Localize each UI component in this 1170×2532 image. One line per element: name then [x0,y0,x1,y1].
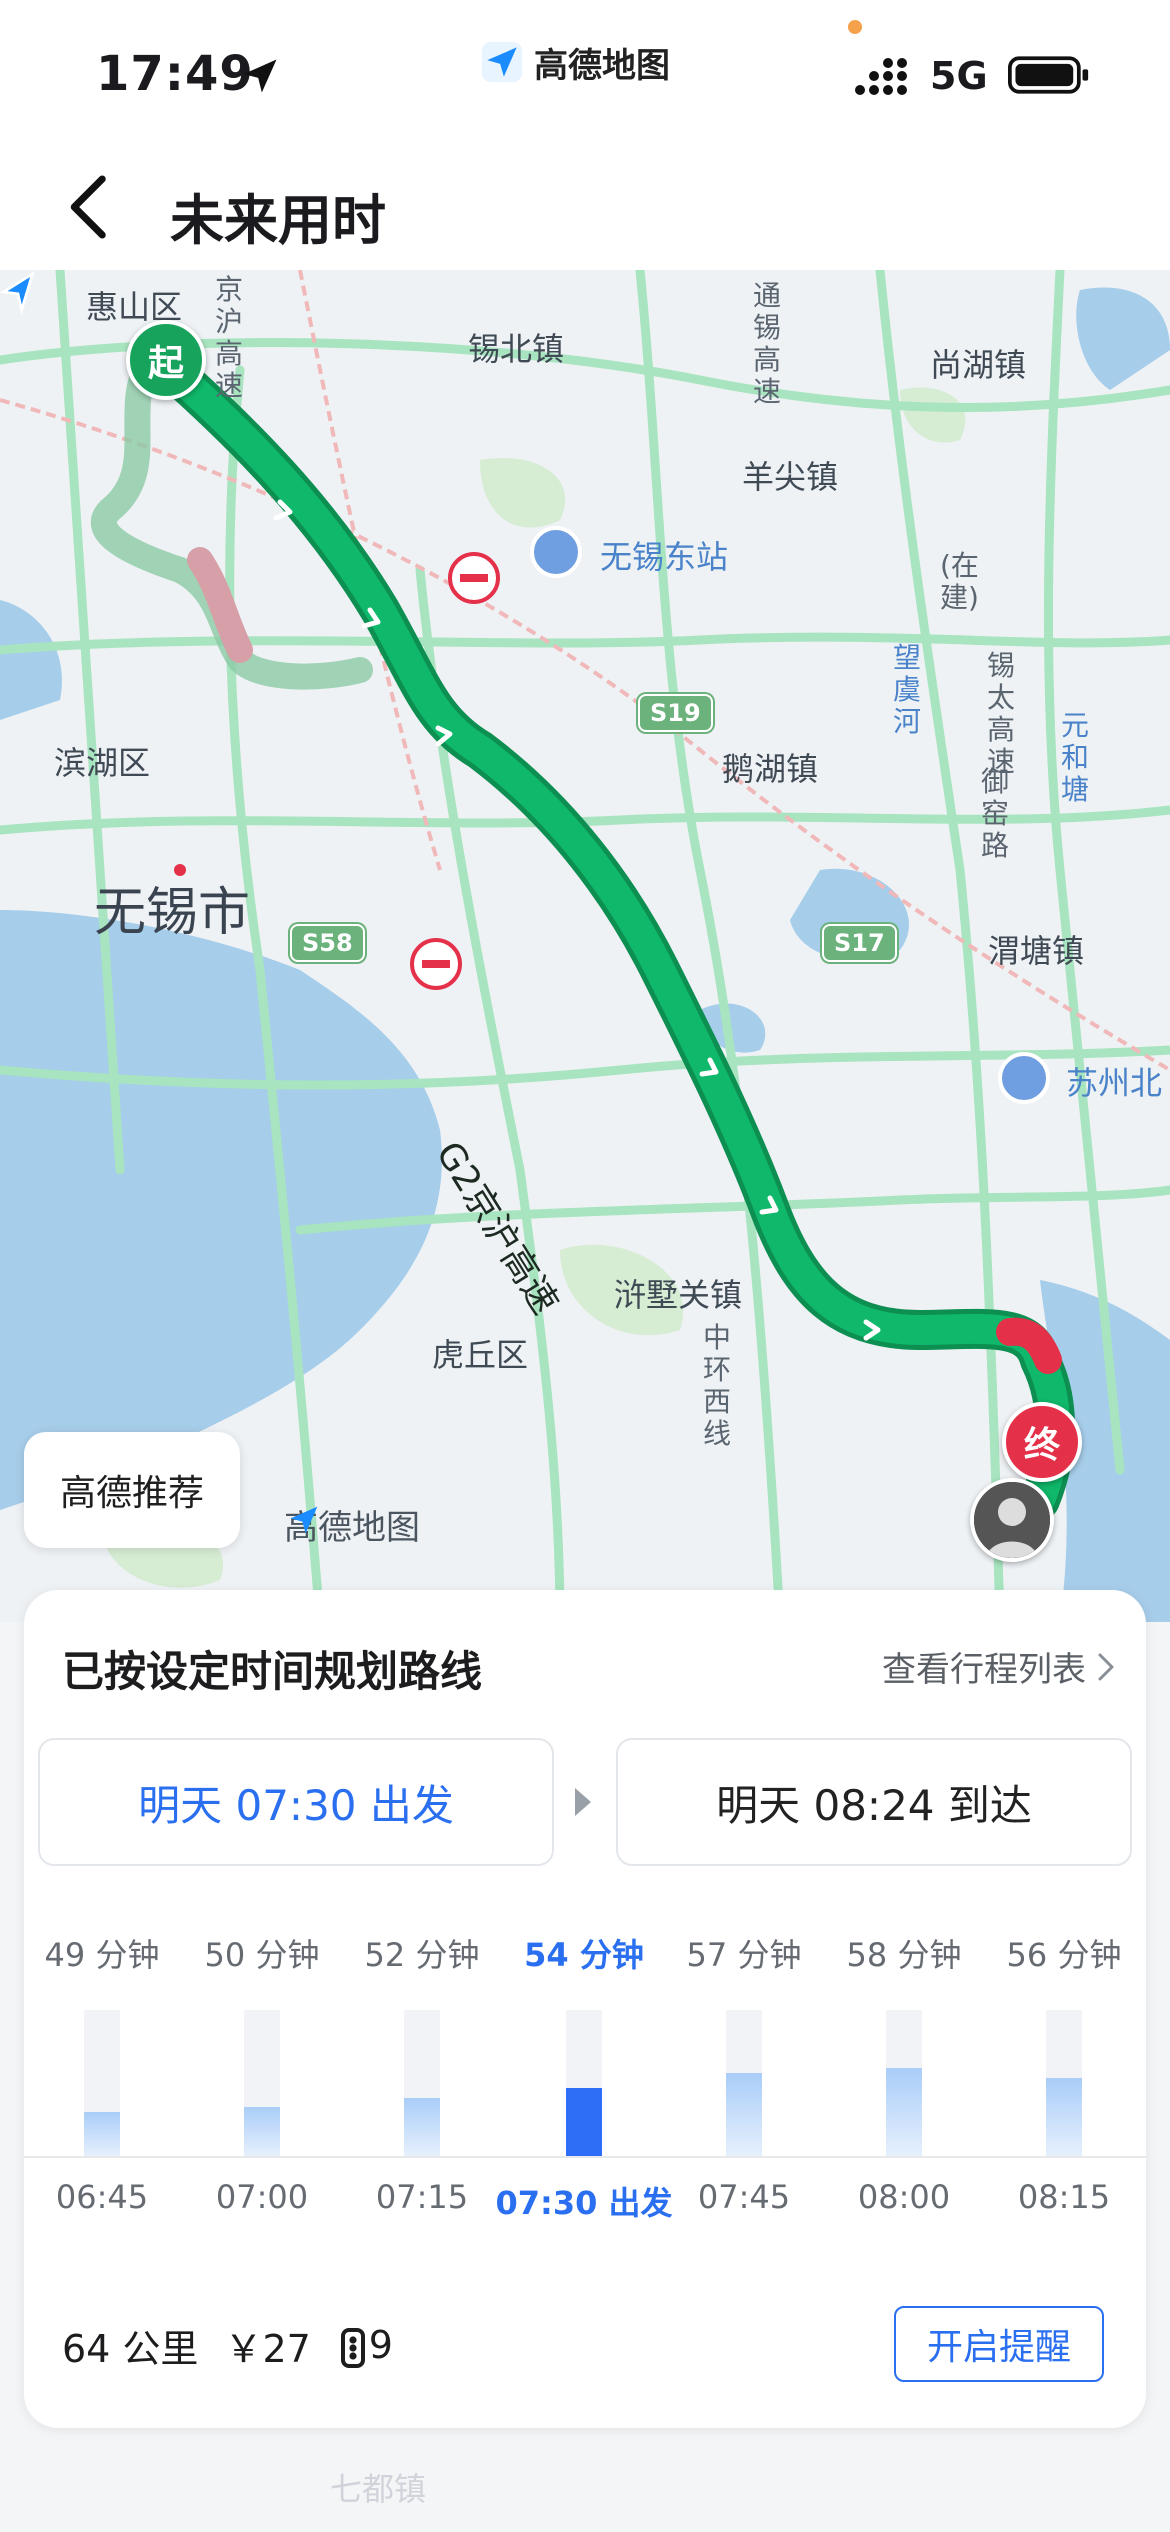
card-title: 已按设定时间规划路线 [62,1647,483,1696]
map-label-jinghu-expressway: 京沪高速 [214,273,243,402]
duration-bar-fill [886,2068,922,2156]
app-name: 高德地图 [534,45,670,86]
navigation-arrow-icon [0,270,35,314]
map-label-yuyao-road: 御窑路 [980,765,1009,862]
traffic-lights: 9 [337,2323,393,2368]
map-label-shanghu: 尚湖镇 [930,346,1027,384]
duration-bar[interactable] [404,2010,440,2156]
map-label-yuanhe-tang: 元和塘 [1060,709,1089,806]
amap-logo-icon [481,41,523,83]
itinerary-link-label: 查看行程列表 [882,1650,1086,1690]
duration-option-label[interactable]: 56 分钟 [984,1930,1144,1976]
enable-reminder-button[interactable]: 开启提醒 [894,2306,1104,2382]
status-bar: 17:49 高德地图 5G [0,0,1170,140]
duration-bar-fill [1046,2078,1082,2156]
departure-slot-label[interactable]: 07:00 [172,2178,352,2216]
duration-option-label[interactable]: 52 分钟 [342,1930,502,1976]
chevron-right-icon [1098,1653,1114,1680]
departure-slot-label[interactable]: 07:15 [332,2178,512,2216]
map-label-xitai-expressway: 锡太高速 [986,649,1015,778]
map-label-xibei: 锡北镇 [468,330,565,368]
map-label-wuxi-east-station: 无锡东站 [600,538,729,576]
duration-bar-fill [404,2098,440,2156]
map-label-qidu: 七都镇 [330,2470,427,2508]
view-itinerary-link[interactable]: 查看行程列表 [882,1642,1116,1691]
duration-option-label[interactable]: 54 分钟 [504,1930,664,1976]
duration-bar-fill [726,2073,762,2156]
route-stats: 64 公里 ￥27 9 [62,2318,393,2373]
route-toll: ￥27 [224,2327,311,2371]
road-shield-s58: S58 [290,924,365,962]
map-label-wangyu-river: 望虞河 [892,641,921,738]
privacy-indicator [848,20,862,34]
back-icon[interactable] [60,172,120,242]
duration-bar[interactable] [84,2010,120,2156]
map-label-ehu: 鹅湖镇 [722,750,819,788]
duration-bar[interactable] [244,2010,280,2156]
departure-slot-label[interactable]: 08:15 [974,2178,1154,2216]
signal-icon [855,58,907,95]
map-label-xushuguan: 浒墅关镇 [614,1276,743,1314]
bar-baseline [24,2156,1146,2158]
page-title: 未来用时 [170,189,386,252]
route-plan-card: 已按设定时间规划路线 查看行程列表 明天 07:30 出发 明天 08:24 到… [24,1590,1146,2428]
play-arrow-icon [575,1788,591,1816]
departure-slot-label[interactable]: 07:30 出发 [494,2178,674,2224]
duration-bar[interactable] [886,2010,922,2156]
departure-slot-label[interactable]: 07:45 [654,2178,834,2216]
user-avatar[interactable] [970,1478,1054,1562]
departure-slot-label[interactable]: 08:00 [814,2178,994,2216]
end-pin[interactable]: 终 [1002,1402,1082,1482]
map-label-suzhou-north: 苏州北 [1066,1064,1163,1102]
app-badge: 高德地图 [480,38,670,86]
duration-bars [24,2010,1146,2156]
map-view[interactable]: 惠山区 锡北镇 尚湖镇 羊尖镇 无锡东站 滨湖区 无锡市 鹅湖镇 渭塘镇 苏州北… [0,270,1170,1622]
map-label-under-construction: (在建) [940,549,979,614]
road-shield-s19: S19 [638,694,713,732]
duration-bar-fill [244,2107,280,2156]
amap-recommend-button[interactable]: 高德推荐 [24,1432,240,1548]
duration-option-label[interactable]: 57 分钟 [664,1930,824,1976]
map-watermark: 高德地图 [284,1500,420,1549]
traffic-light-icon [340,2327,365,2368]
time-slot-row: 06:45 07:00 07:15 07:30 出发 07:45 08:00 08:15 [24,2178,1146,2228]
departure-slot-label[interactable]: 06:45 [12,2178,192,2216]
avatar-image [974,1482,1050,1558]
start-pin[interactable]: 起 [126,320,206,400]
duration-bar-fill [566,2088,602,2156]
duration-bar-fill [84,2112,120,2156]
duration-option-label[interactable]: 58 分钟 [824,1930,984,1976]
map-label-huqiu: 虎丘区 [432,1336,529,1374]
page-header: 未来用时 [0,140,1170,270]
depart-time-button[interactable]: 明天 07:30 出发 [38,1738,554,1866]
map-label-zhonghuan-west: 中环西线 [702,1321,731,1450]
map-label-binhu: 滨湖区 [54,744,151,782]
network-type: 5G [930,54,988,98]
route-distance: 64 公里 [62,2327,199,2371]
duration-row: 49 分钟 50 分钟 52 分钟 54 分钟 57 分钟 58 分钟 56 分钟 [24,1930,1146,1980]
traffic-light-count: 9 [368,2323,393,2368]
battery-icon [1008,56,1089,94]
arrive-time-button[interactable]: 明天 08:24 到达 [616,1738,1132,1866]
map-label-yangjian: 羊尖镇 [742,458,839,496]
duration-bar[interactable] [726,2010,762,2156]
map-label-tongxi-expressway: 通锡高速 [752,279,781,408]
road-shield-s17: S17 [822,924,897,962]
status-time: 17:49 [96,46,254,102]
location-arrow-icon [243,59,277,93]
duration-bar[interactable] [1046,2010,1082,2156]
map-label-wuxi-city: 无锡市 [94,883,251,943]
duration-bar[interactable] [566,2010,602,2156]
map-label-weitang: 渭塘镇 [988,932,1085,970]
duration-option-label[interactable]: 50 分钟 [182,1930,342,1976]
duration-option-label[interactable]: 49 分钟 [22,1930,182,1976]
amap-logo-icon [290,1506,318,1534]
